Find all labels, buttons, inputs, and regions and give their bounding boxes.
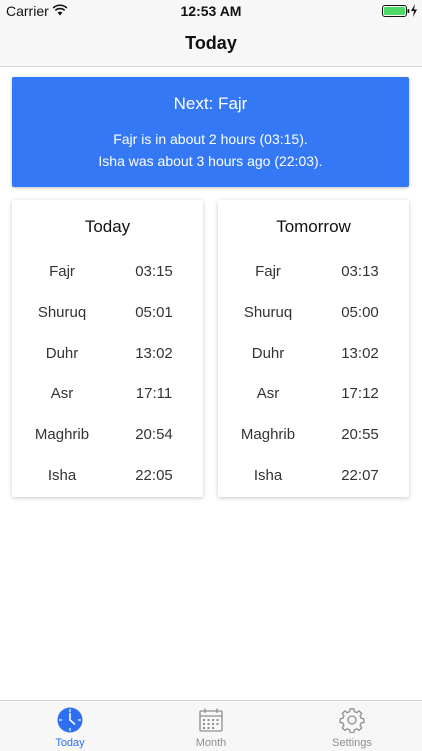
prayer-time: 13:02 (341, 345, 379, 362)
prayer-name: Shuruq (243, 304, 293, 321)
prayer-name: Duhr (45, 345, 79, 362)
prayer-time: 17:11 (135, 385, 173, 402)
prayer-row-duhr: Duhr 13:02 (218, 345, 409, 365)
prayer-time: 03:13 (341, 263, 379, 280)
prayer-name: Maghrib (34, 426, 90, 443)
prayer-time: 22:05 (135, 467, 173, 484)
prayer-row-asr: Asr 17:11 (12, 385, 203, 405)
prayer-name: Maghrib (240, 426, 296, 443)
today-card-title: Today (84, 217, 131, 236)
prayer-time: 05:01 (135, 304, 173, 321)
prayer-name: Duhr (251, 345, 285, 362)
prayer-row-shuruq: Shuruq 05:00 (218, 304, 409, 324)
prayer-name: Asr (50, 385, 74, 402)
tab-today[interactable]: Today (0, 701, 140, 751)
prayer-row-fajr: Fajr 03:13 (218, 263, 409, 283)
prayer-row-duhr: Duhr 13:02 (12, 345, 203, 365)
prayer-row-shuruq: Shuruq 05:01 (12, 304, 203, 324)
prayer-row-maghrib: Maghrib 20:55 (218, 426, 409, 446)
prayer-time: 20:55 (341, 426, 379, 443)
today-card: Today Fajr 03:15 Shuruq 05:01 Duhr 13:02… (12, 200, 203, 497)
tab-label: Settings (332, 737, 372, 749)
calendar-icon (199, 708, 223, 732)
prayer-name: Shuruq (37, 304, 87, 321)
status-bar: Carrier 12:53 AM (0, 0, 422, 22)
prayer-name: Isha (253, 467, 283, 484)
gear-icon (339, 708, 365, 733)
tab-label: Month (195, 737, 227, 749)
tab-bar: Today Month Settings (0, 700, 422, 751)
prayer-time: 20:54 (135, 426, 173, 443)
tab-month[interactable]: Month (141, 701, 281, 751)
prayer-time: 22:07 (341, 467, 379, 484)
prayer-row-fajr: Fajr 03:15 (12, 263, 203, 283)
tomorrow-card-title: Tomorrow (276, 217, 351, 236)
prayer-name: Fajr (255, 263, 281, 280)
tab-label: Today (55, 737, 85, 749)
next-prayer-banner: Next: Fajr Fajr is in about 2 hours (03:… (12, 77, 409, 187)
clock-icon (57, 707, 83, 733)
prayer-row-isha: Isha 22:07 (218, 467, 409, 487)
prayer-time: 13:02 (135, 345, 173, 362)
status-time: 12:53 AM (180, 3, 242, 19)
prayer-name: Asr (256, 385, 280, 402)
next-prayer-countdown: Fajr is in about 2 hours (03:15). (113, 131, 308, 147)
next-prayer-title: Next: Fajr (173, 94, 248, 113)
prayer-time: 17:12 (341, 385, 379, 402)
prayer-name: Fajr (49, 263, 75, 280)
prayer-row-isha: Isha 22:05 (12, 467, 203, 487)
previous-prayer-info: Isha was about 3 hours ago (22:03). (98, 153, 323, 169)
prayer-name: Isha (47, 467, 77, 484)
tab-settings[interactable]: Settings (282, 701, 422, 751)
prayer-time: 03:15 (135, 263, 173, 280)
nav-bar: Today (0, 22, 422, 67)
prayer-row-asr: Asr 17:12 (218, 385, 409, 405)
battery-icon (382, 5, 410, 17)
prayer-row-maghrib: Maghrib 20:54 (12, 426, 203, 446)
tomorrow-card: Tomorrow Fajr 03:13 Shuruq 05:00 Duhr 13… (218, 200, 409, 497)
prayer-time: 05:00 (341, 304, 379, 321)
page-title: Today (185, 33, 237, 53)
charging-icon (411, 4, 417, 17)
